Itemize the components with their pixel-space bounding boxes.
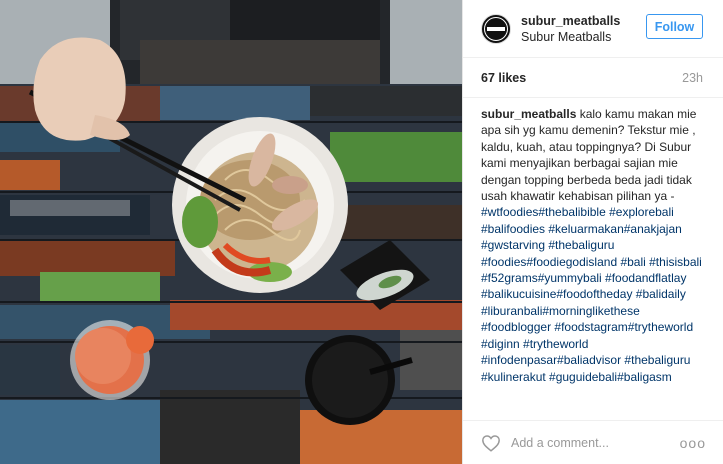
instagram-post: subur_meatballs Subur Meatballs Follow 6…: [0, 0, 723, 464]
post-time[interactable]: 23h: [682, 71, 703, 85]
likes-row: 67 likes 23h: [463, 58, 723, 98]
caption-text: kalo kamu makan mie apa sih yg kamu deme…: [481, 107, 697, 204]
more-options-icon[interactable]: ooo: [680, 435, 706, 451]
food-photo-illustration: [0, 0, 462, 464]
likes-count[interactable]: 67 likes: [481, 71, 526, 85]
caption-username[interactable]: subur_meatballs: [481, 107, 576, 121]
post-photo[interactable]: [0, 0, 462, 464]
avatar[interactable]: [481, 13, 511, 44]
post-side-panel: subur_meatballs Subur Meatballs Follow 6…: [462, 0, 723, 464]
caption-hashtags[interactable]: #wtfoodies#thebalibible #explorebali #ba…: [481, 205, 702, 383]
heart-icon[interactable]: [481, 434, 501, 452]
post-header: subur_meatballs Subur Meatballs Follow: [463, 0, 723, 58]
username-link[interactable]: subur_meatballs: [521, 13, 620, 29]
comment-input[interactable]: Add a comment...: [511, 436, 680, 450]
user-block: subur_meatballs Subur Meatballs: [521, 13, 620, 45]
comment-row: Add a comment... ooo: [463, 420, 723, 464]
post-caption: subur_meatballs kalo kamu makan mie apa …: [463, 98, 723, 385]
full-name: Subur Meatballs: [521, 29, 612, 44]
subur-meatballs-logo-icon: [484, 16, 508, 41]
follow-button[interactable]: Follow: [646, 14, 703, 39]
